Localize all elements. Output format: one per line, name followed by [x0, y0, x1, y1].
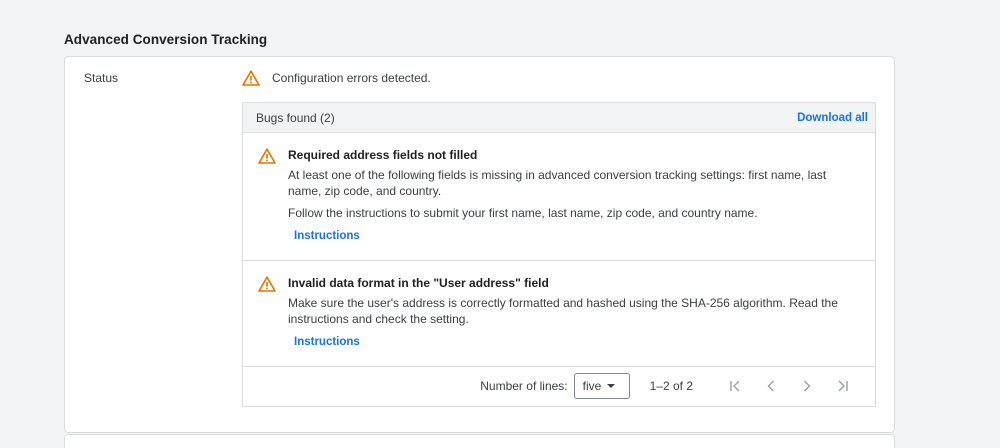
instructions-link[interactable]: Instructions	[294, 228, 360, 244]
page-range: 1–2 of 2	[649, 379, 693, 393]
chevron-left-icon	[767, 380, 774, 392]
conversion-tracking-card: Status Configuration errors detected. Bu…	[64, 56, 895, 433]
last-page-icon	[838, 380, 848, 392]
lines-per-page-label: Number of lines:	[480, 379, 568, 393]
bugs-panel: Bugs found (2) Download all Required add…	[242, 102, 876, 407]
lines-per-page-value: five	[582, 379, 602, 393]
warning-icon	[242, 70, 260, 86]
next-section-card	[64, 434, 895, 448]
first-page-icon	[730, 380, 740, 392]
instructions-link[interactable]: Instructions	[294, 334, 360, 350]
previous-page-button[interactable]	[753, 374, 789, 398]
lines-per-page-select[interactable]: five	[573, 373, 630, 399]
bug-item: Invalid data format in the "User address…	[243, 261, 875, 367]
last-page-button[interactable]	[825, 374, 861, 398]
warning-icon	[258, 148, 276, 164]
bug-title: Invalid data format in the "User address…	[288, 276, 549, 290]
status-label: Status	[84, 71, 119, 85]
caret-down-icon	[607, 384, 616, 388]
bug-instructions-text: Follow the instructions to submit your f…	[288, 206, 758, 220]
bug-description: At least one of the following fields is …	[288, 168, 827, 198]
chevron-right-icon	[804, 380, 811, 392]
page: Advanced Conversion Tracking Status Conf…	[0, 0, 1000, 448]
status-line: Configuration errors detected.	[242, 70, 431, 86]
first-page-button[interactable]	[717, 374, 753, 398]
bugs-count: Bugs found (2)	[256, 110, 335, 125]
bug-description: Make sure the user's address is correctl…	[288, 296, 838, 326]
warning-icon	[258, 276, 276, 292]
status-message: Configuration errors detected.	[272, 71, 431, 85]
section-title: Advanced Conversion Tracking	[64, 32, 268, 47]
bug-title: Required address fields not filled	[288, 148, 478, 162]
bug-item: Required address fields not filled At le…	[243, 133, 875, 261]
next-page-button[interactable]	[789, 374, 825, 398]
pagination-bar: Number of lines: five 1–2 of 2	[243, 367, 875, 405]
download-all-link[interactable]: Download all	[797, 112, 868, 124]
bugs-header: Bugs found (2) Download all	[243, 103, 875, 133]
